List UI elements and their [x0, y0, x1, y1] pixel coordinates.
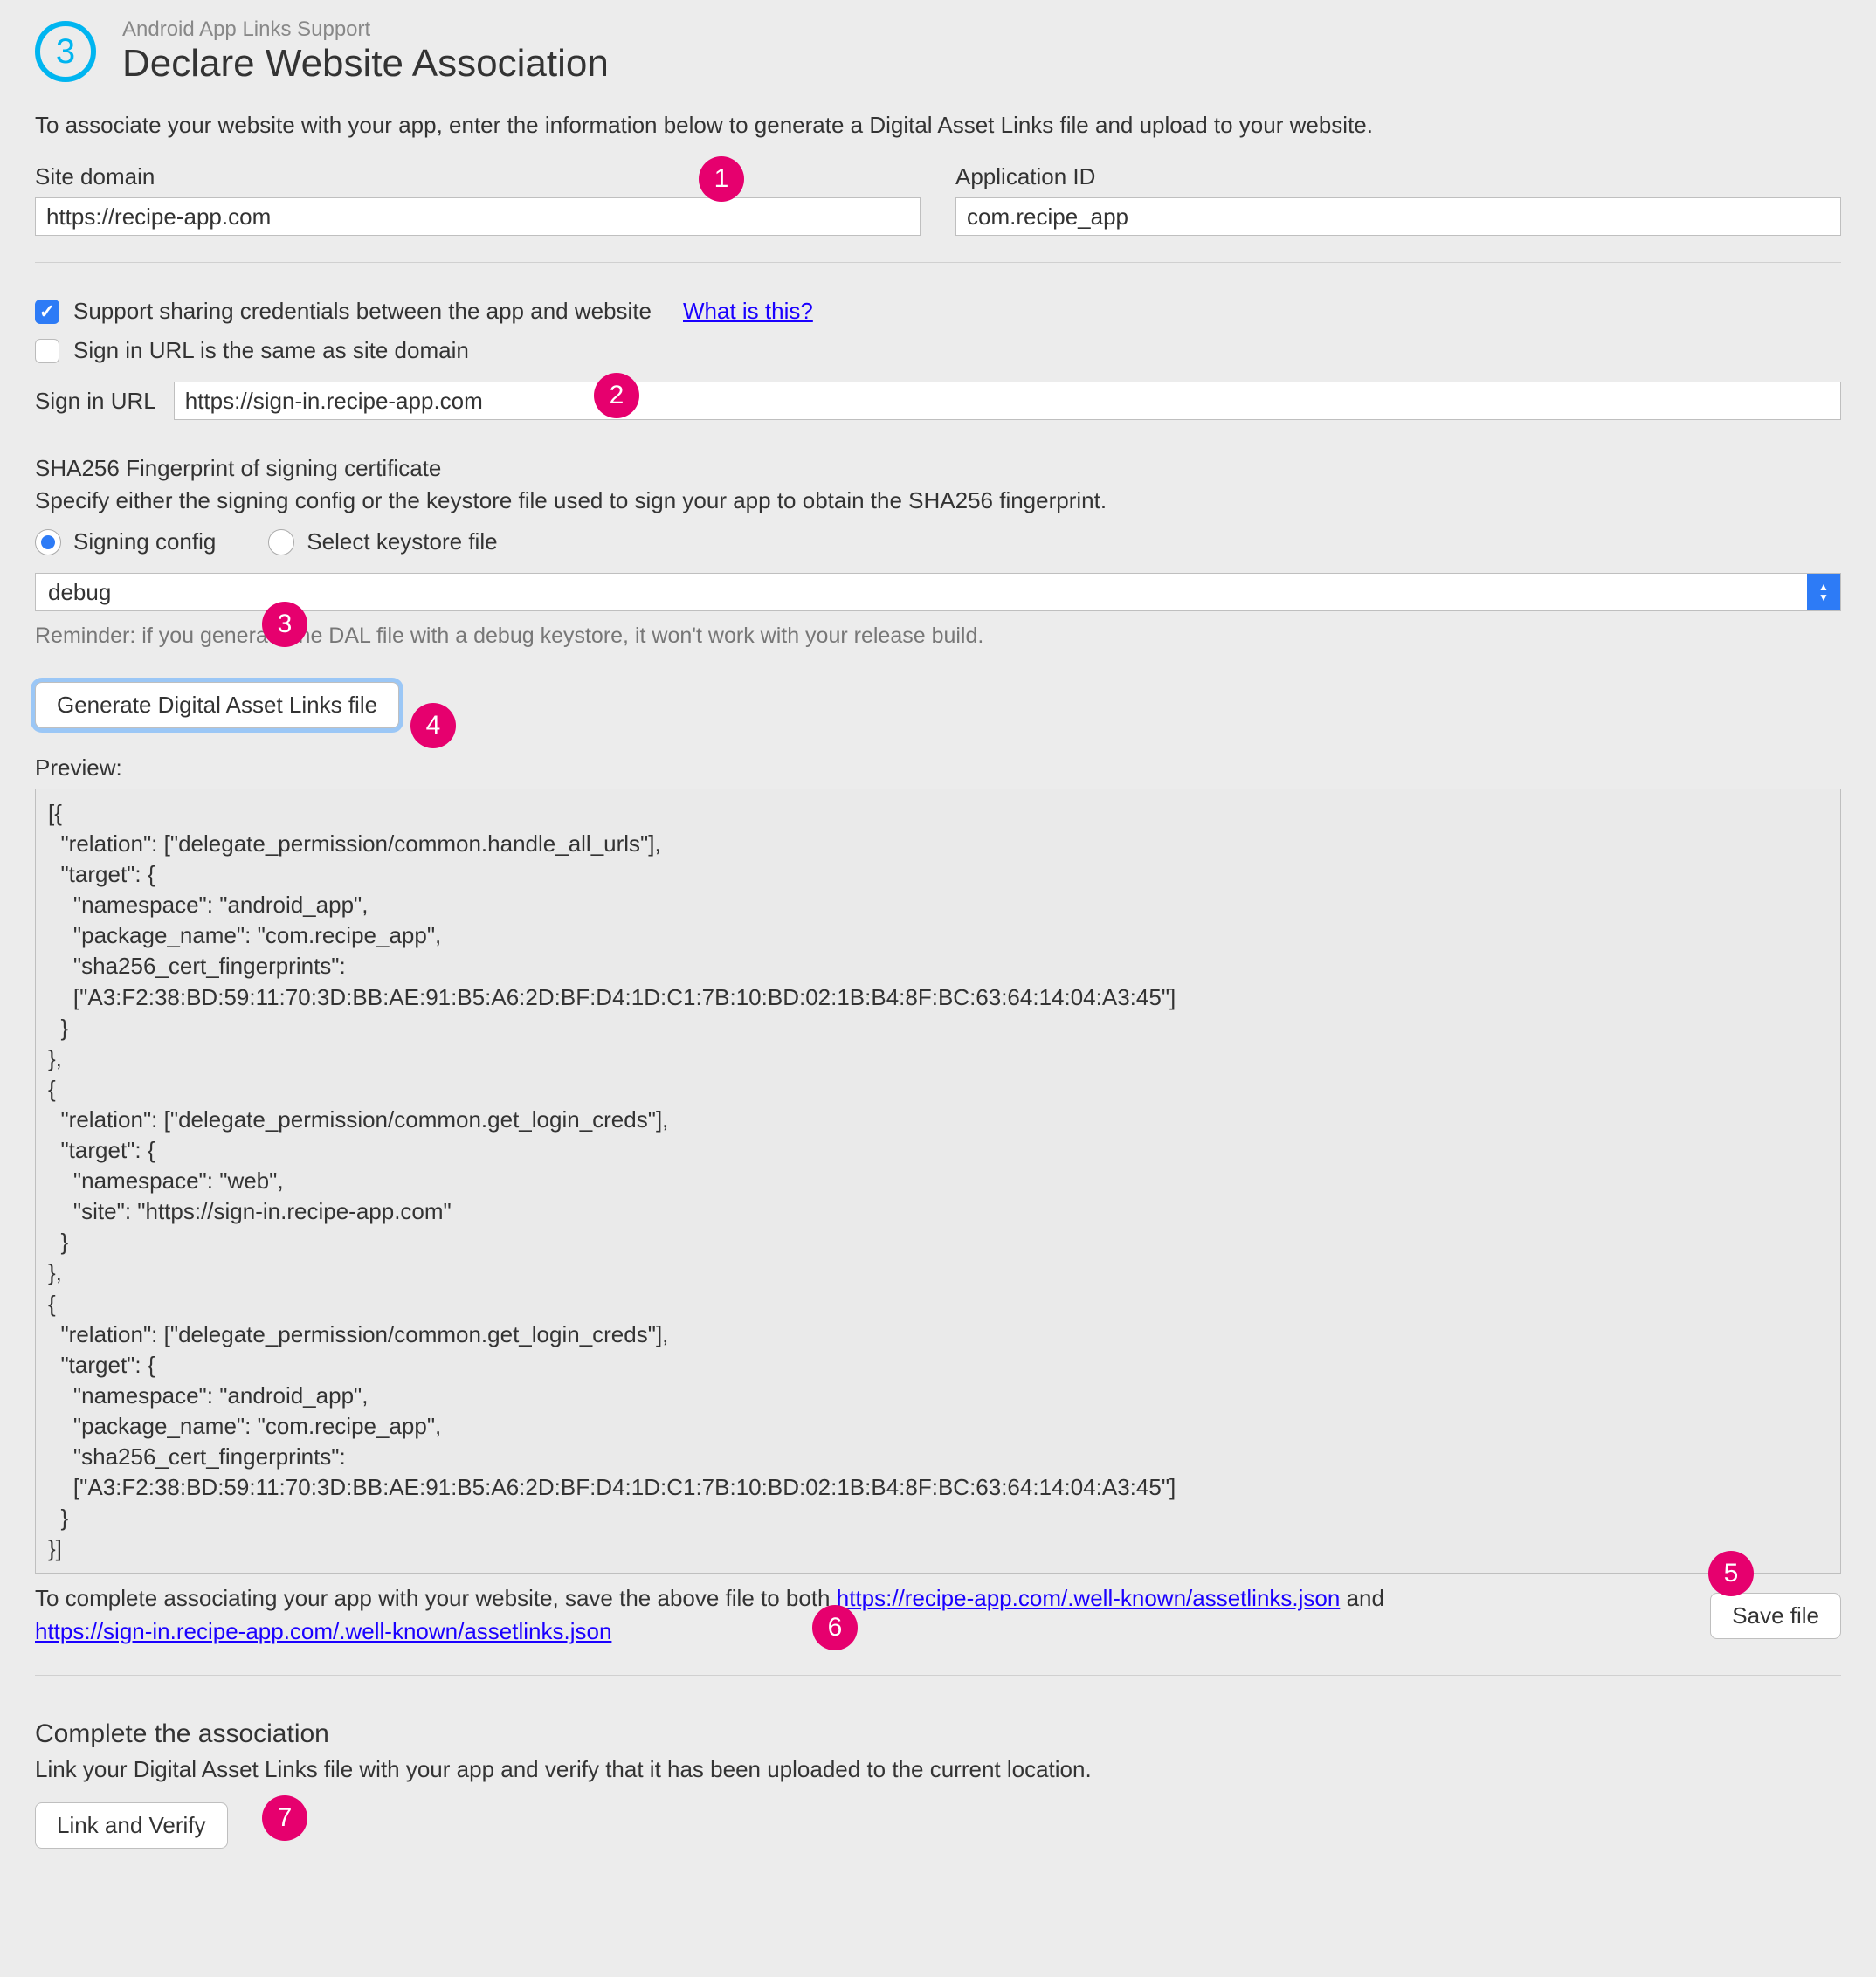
assetlinks-url-1[interactable]: https://recipe-app.com/.well-known/asset…: [837, 1585, 1341, 1611]
same-as-domain-label: Sign in URL is the same as site domain: [73, 337, 469, 364]
intro-text: To associate your website with your app,…: [35, 112, 1841, 139]
save-file-button[interactable]: Save file: [1710, 1593, 1841, 1639]
what-is-this-link[interactable]: What is this?: [683, 298, 813, 325]
signing-config-value: debug: [48, 579, 111, 606]
callout-7: 7: [262, 1795, 307, 1841]
keystore-file-label: Select keystore file: [307, 528, 497, 555]
signing-config-radio[interactable]: [35, 529, 61, 555]
keystore-file-radio[interactable]: [268, 529, 294, 555]
same-as-domain-checkbox[interactable]: [35, 339, 59, 363]
complete-title: Complete the association: [35, 1719, 1841, 1749]
preview-output: [{ "relation": ["delegate_permission/com…: [35, 789, 1841, 1574]
preview-label: Preview:: [35, 754, 1841, 782]
step-badge: 3: [35, 21, 96, 82]
application-id-label: Application ID: [955, 163, 1841, 190]
debug-reminder: Reminder: if you generate the DAL file w…: [35, 623, 1841, 649]
signing-config-select[interactable]: debug ▲▼: [35, 573, 1841, 611]
signin-url-input[interactable]: [174, 382, 1841, 420]
assetlinks-url-2[interactable]: https://sign-in.recipe-app.com/.well-kno…: [35, 1618, 611, 1644]
callout-4: 4: [410, 703, 456, 748]
signing-config-label: Signing config: [73, 528, 216, 555]
save-instr-middle: and: [1340, 1585, 1384, 1611]
share-credentials-label: Support sharing credentials between the …: [73, 298, 652, 325]
save-instr-prefix: To complete associating your app with yo…: [35, 1585, 837, 1611]
complete-desc: Link your Digital Asset Links file with …: [35, 1756, 1841, 1783]
sha-title: SHA256 Fingerprint of signing certificat…: [35, 455, 1841, 482]
breadcrumb: Android App Links Support: [122, 17, 609, 42]
sha-desc: Specify either the signing config or the…: [35, 487, 1841, 514]
link-and-verify-button[interactable]: Link and Verify: [35, 1802, 228, 1849]
page-title: Declare Website Association: [122, 42, 609, 86]
site-domain-label: Site domain: [35, 163, 921, 190]
application-id-input[interactable]: [955, 197, 1841, 236]
site-domain-input[interactable]: [35, 197, 921, 236]
signin-url-label: Sign in URL: [35, 388, 156, 415]
share-credentials-checkbox[interactable]: [35, 300, 59, 324]
generate-dal-button[interactable]: Generate Digital Asset Links file: [35, 682, 399, 728]
select-arrows-icon: ▲▼: [1807, 574, 1840, 610]
